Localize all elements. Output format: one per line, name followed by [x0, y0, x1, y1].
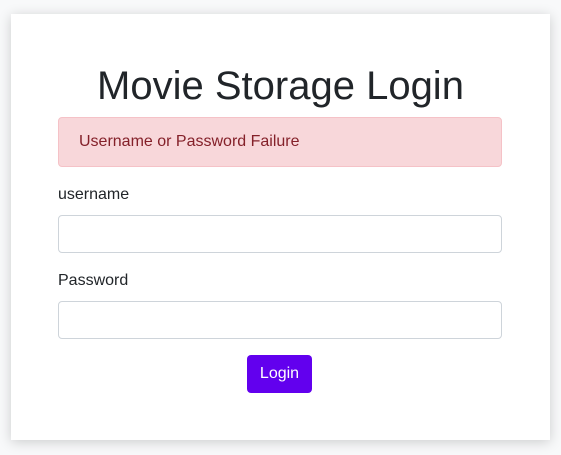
username-field[interactable]: [58, 215, 502, 253]
password-field[interactable]: [58, 301, 502, 339]
page-title: Movie Storage Login: [97, 64, 464, 108]
login-card: Movie Storage Login Username or Password…: [11, 14, 550, 440]
password-label: Password: [58, 272, 129, 289]
username-label: username: [58, 186, 130, 203]
error-alert: Username or Password Failure: [58, 117, 502, 167]
login-button[interactable]: Login: [247, 355, 312, 393]
